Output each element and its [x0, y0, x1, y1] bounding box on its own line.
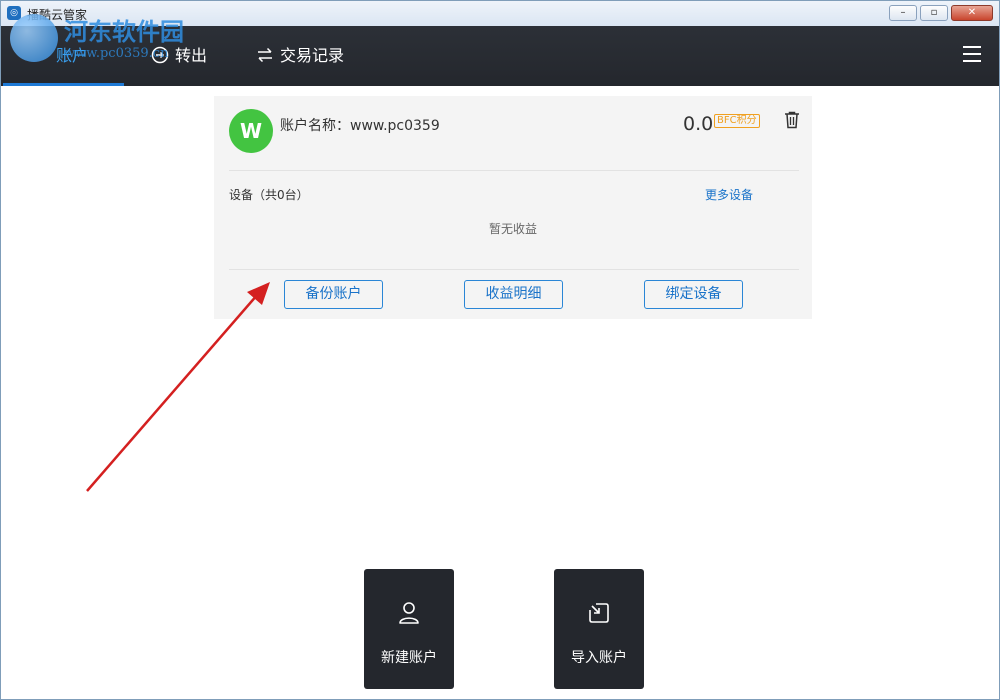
window-controls: – ▫ ✕: [889, 5, 993, 21]
app-window: ◎ 播酷云管家 – ▫ ✕ 账户 转出 交易记录 W 账户名称：www.pc03…: [0, 0, 1000, 700]
exchange-icon: [258, 47, 272, 63]
transfer-out-icon: [151, 46, 169, 64]
import-account-label: 导入账户: [571, 650, 627, 666]
user-icon: [399, 602, 419, 624]
tab-transfer-out[interactable]: 转出: [151, 26, 207, 86]
import-icon: [589, 603, 609, 623]
tab-transactions-label: 交易记录: [280, 46, 345, 65]
title-bar[interactable]: ◎ 播酷云管家 – ▫ ✕: [1, 1, 999, 26]
tab-transfer-out-label: 转出: [175, 46, 208, 65]
close-button[interactable]: ✕: [951, 5, 993, 21]
earnings-detail-button[interactable]: 收益明细: [464, 280, 563, 309]
tab-transactions[interactable]: 交易记录: [256, 26, 344, 86]
bind-device-button[interactable]: 绑定设备: [644, 280, 743, 309]
import-account-button[interactable]: 导入账户: [554, 569, 644, 689]
hamburger-menu-icon[interactable]: [963, 46, 981, 62]
active-tab-indicator: [3, 83, 124, 86]
account-card: W 账户名称：www.pc0359 0.0 BFC积分 设备（共0台） 更多设备…: [214, 96, 812, 319]
avatar: W: [229, 109, 273, 153]
card-divider-bottom: [229, 269, 799, 270]
balance-unit-badge: BFC积分: [714, 114, 760, 128]
new-account-button[interactable]: 新建账户: [364, 569, 454, 689]
maximize-button[interactable]: ▫: [920, 5, 948, 21]
trash-icon[interactable]: [784, 111, 800, 129]
window-title: 播酷云管家: [27, 8, 88, 22]
new-account-label: 新建账户: [381, 650, 437, 666]
tab-account[interactable]: 账户: [56, 26, 88, 86]
more-devices-link[interactable]: 更多设备: [705, 186, 753, 203]
account-name: 账户名称：www.pc0359: [280, 118, 440, 134]
devices-label: 设备（共0台）: [229, 188, 309, 202]
card-divider-top: [229, 170, 799, 171]
backup-account-button[interactable]: 备份账户: [284, 280, 383, 309]
top-navigation: 账户 转出 交易记录: [1, 26, 999, 86]
app-icon: ◎: [7, 6, 21, 20]
balance-value: 0.0: [683, 113, 714, 135]
tab-account-label: 账户: [56, 46, 89, 65]
empty-earnings-text: 暂无收益: [488, 222, 537, 236]
minimize-button[interactable]: –: [889, 5, 917, 21]
